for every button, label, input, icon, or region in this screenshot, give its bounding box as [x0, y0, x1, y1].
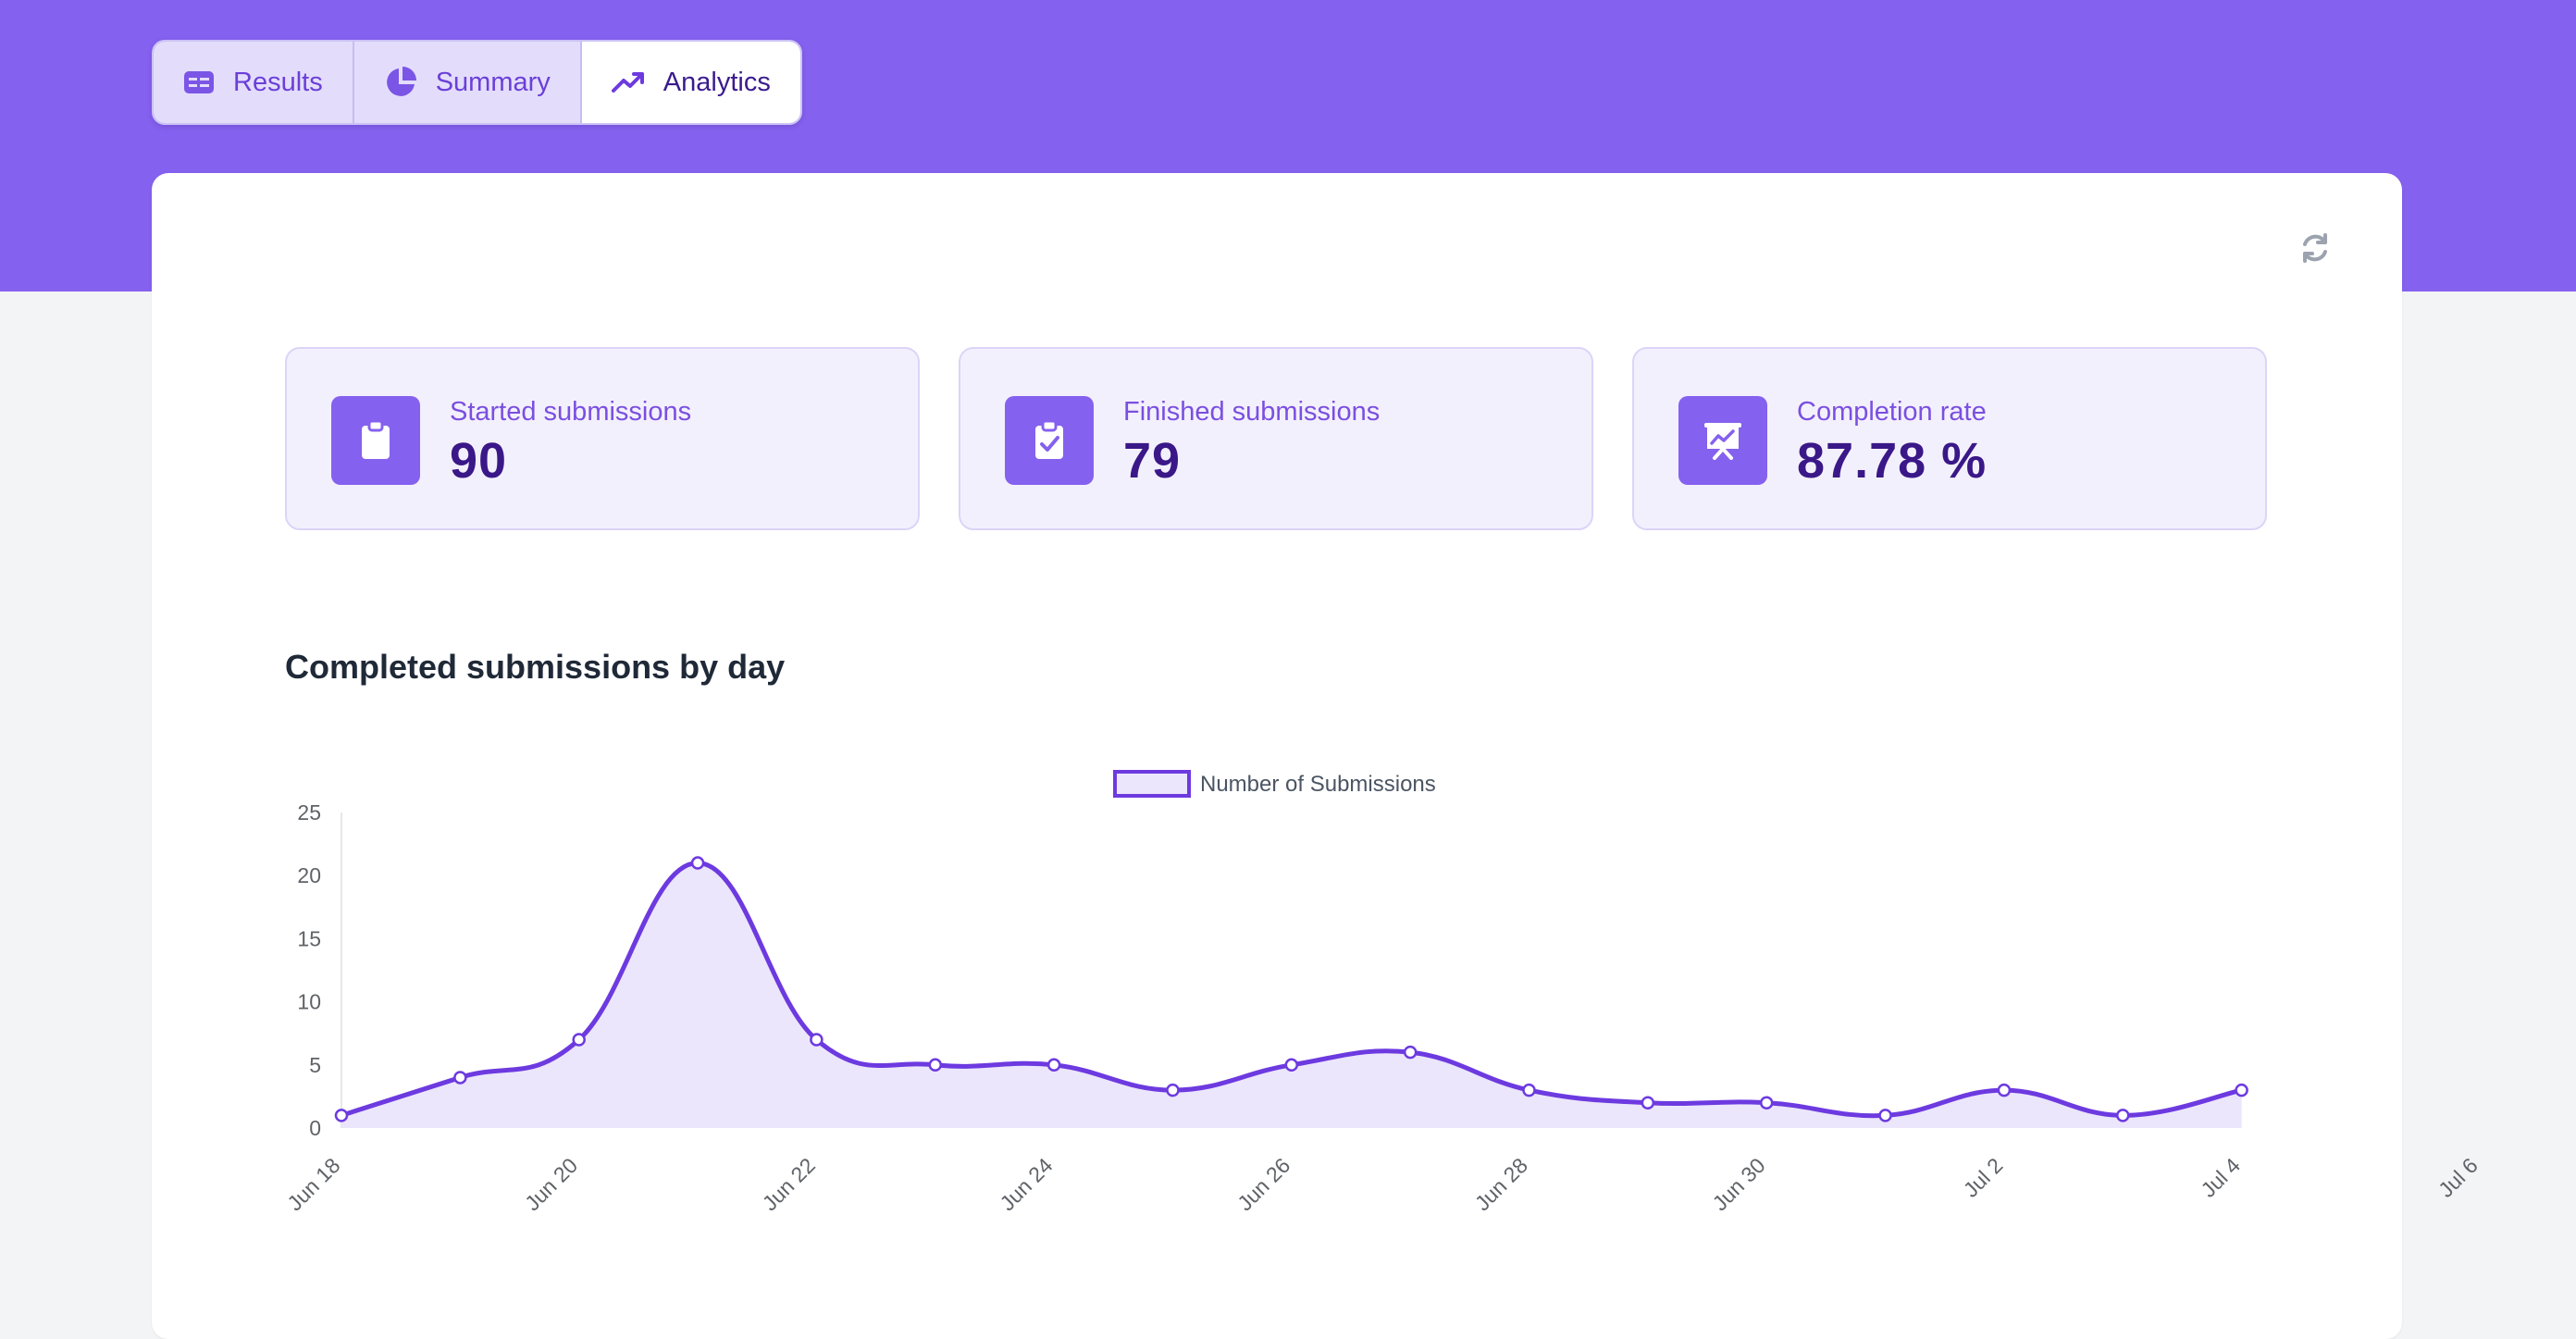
stat-finished-submissions: Finished submissions 79	[959, 347, 1593, 530]
stat-started-submissions: Started submissions 90	[285, 347, 920, 530]
presentation-chart-icon	[1678, 396, 1767, 485]
tab-results[interactable]: Results	[154, 42, 354, 123]
pie-chart-icon	[384, 66, 417, 99]
x-tick-label: Jul 6	[2434, 1153, 2483, 1202]
tab-summary-label: Summary	[435, 67, 551, 97]
tab-results-label: Results	[233, 67, 323, 97]
stat-value: 87.78 %	[1797, 433, 1988, 489]
stat-label: Finished submissions	[1123, 397, 1381, 427]
clipboard-check-icon	[1005, 396, 1094, 485]
clipboard-icon	[331, 396, 420, 485]
tab-analytics[interactable]: Analytics	[581, 42, 800, 123]
stat-value: 79	[1123, 433, 1182, 489]
stat-completion-rate: Completion rate 87.78 %	[1632, 347, 2267, 530]
tab-analytics-label: Analytics	[663, 67, 771, 97]
tab-summary[interactable]: Summary	[353, 42, 582, 123]
trending-up-icon	[611, 71, 645, 93]
stat-value: 90	[450, 433, 508, 489]
stat-label: Started submissions	[450, 397, 692, 427]
table-icon	[183, 69, 215, 95]
stat-label: Completion rate	[1797, 397, 1987, 427]
chart-title: Completed submissions by day	[285, 648, 786, 686]
refresh-icon[interactable]	[2297, 229, 2334, 267]
view-tabs: Results Summary Analytics	[152, 40, 802, 125]
